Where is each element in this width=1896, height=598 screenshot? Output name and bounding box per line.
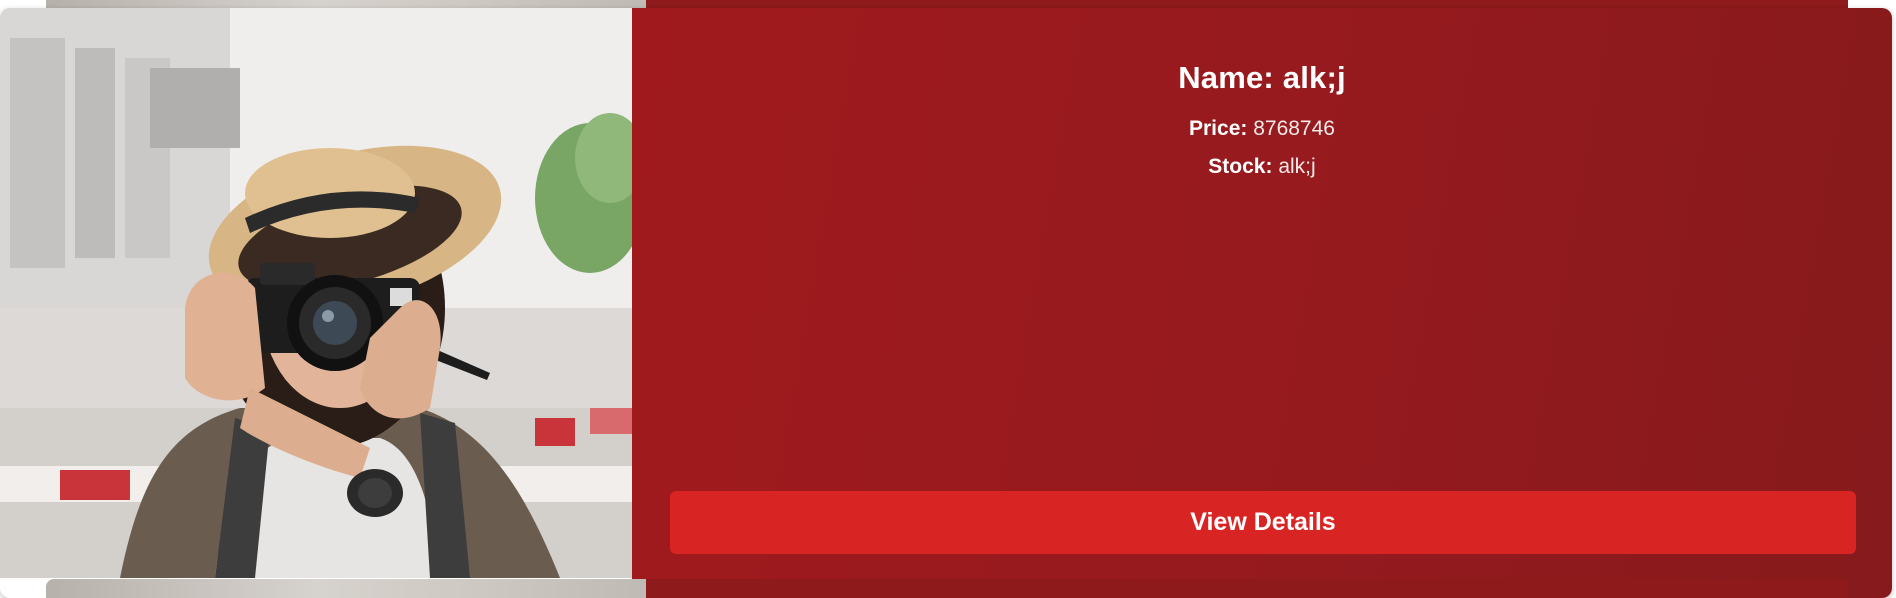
price-label: Price: — [1189, 117, 1248, 140]
stock-label: Stock: — [1208, 155, 1273, 178]
product-name-value: alk;j — [1282, 60, 1346, 95]
product-name-label: Name: — [1178, 60, 1274, 95]
product-card: Name: alk;j Price: 8768746 Stock: alk;j … — [0, 8, 1892, 598]
photographer-with-camera-image — [0, 8, 632, 578]
stock-value: alk;j — [1278, 155, 1316, 178]
next-card-body — [646, 579, 1848, 598]
view-details-button[interactable]: View Details — [670, 491, 1856, 554]
view-details-label: View Details — [1190, 508, 1336, 536]
price-value: 8768746 — [1253, 117, 1335, 140]
next-card-image — [46, 579, 646, 598]
product-stock: Stock: alk;j — [632, 155, 1892, 179]
product-name: Name: alk;j — [632, 60, 1892, 96]
product-details: Name: alk;j Price: 8768746 Stock: alk;j … — [632, 8, 1892, 598]
product-image — [0, 8, 632, 578]
product-list: Name: alk;j Price: 8768746 Stock: alk;j … — [0, 0, 1896, 598]
product-price: Price: 8768746 — [632, 117, 1892, 141]
